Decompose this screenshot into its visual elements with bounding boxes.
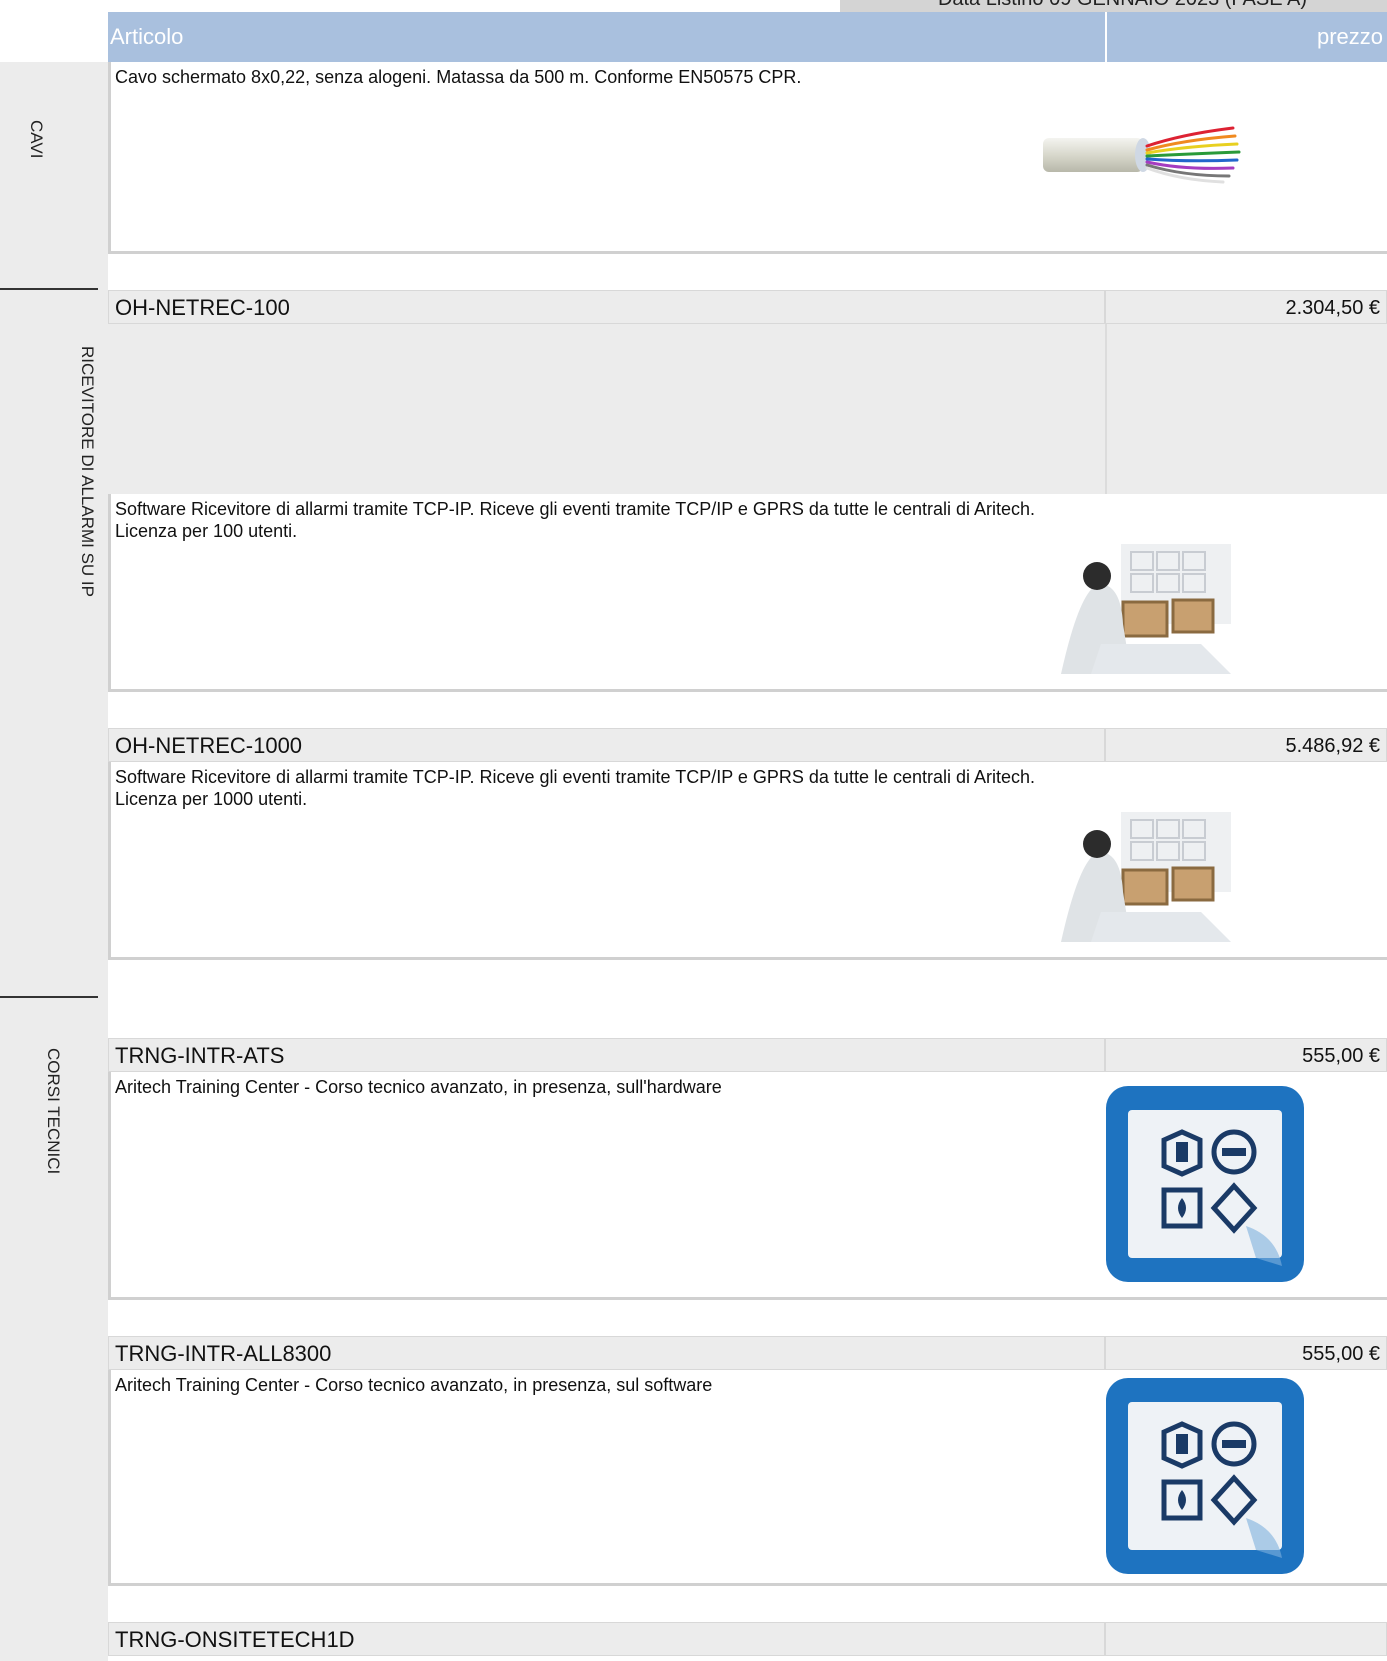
item-title-bar: TRNG-ONSITETECH1D (108, 1622, 1387, 1656)
item-title-bar: TRNG-INTR-ATS 555,00 € (108, 1038, 1387, 1072)
item-price (1105, 1622, 1387, 1656)
item-code: OH-NETREC-100 (108, 290, 1105, 324)
category-divider (0, 288, 98, 290)
item-description-box: Software Ricevitore di allarmi tramite T… (108, 762, 1387, 960)
table-header: Articolo prezzo (108, 12, 1387, 62)
item-price: 555,00 € (1105, 1038, 1387, 1072)
item-description: Aritech Training Center - Corso tecnico … (115, 1375, 713, 1395)
category-divider (0, 996, 98, 998)
item-description: Cavo schermato 8x0,22, senza alogeni. Ma… (115, 67, 802, 87)
item-description-box: Aritech Training Center - Corso tecnico … (108, 1370, 1387, 1586)
item-code: TRNG-INTR-ATS (108, 1038, 1105, 1072)
training-icon-image (1106, 1378, 1304, 1574)
item-price: 555,00 € (1105, 1336, 1387, 1370)
item-price: 5.486,92 € (1105, 728, 1387, 762)
item-description: Aritech Training Center - Corso tecnico … (115, 1077, 722, 1097)
item-description-box: Software Ricevitore di allarmi tramite T… (108, 494, 1387, 692)
column-header-price: prezzo (1316, 24, 1383, 49)
item-title-bar: OH-NETREC-100 2.304,50 € (108, 290, 1387, 324)
item-title-bar: OH-NETREC-1000 5.486,92 € (108, 728, 1387, 762)
training-icon-image (1106, 1086, 1304, 1282)
item-description-box: Aritech Training Center - Corso tecnico … (108, 1072, 1387, 1300)
price-list-date-tab: Data Listino 09 GENNAIO 2023 (FASE A) (840, 0, 1387, 12)
item-description: Software Ricevitore di allarmi tramite T… (115, 499, 1036, 541)
item-description-box: Cavo schermato 8x0,22, senza alogeni. Ma… (108, 62, 1387, 254)
price-column-area (1105, 324, 1387, 494)
item-price: 2.304,50 € (1105, 290, 1387, 324)
price-list-date: Data Listino 09 GENNAIO 2023 (FASE A) (938, 0, 1307, 10)
item-title-bar: TRNG-INTR-ALL8300 555,00 € (108, 1336, 1387, 1370)
item-description: Software Ricevitore di allarmi tramite T… (115, 767, 1036, 809)
category-label-ricevitore: RICEVITORE DI ALLARMI SU IP (78, 346, 97, 597)
item-code: TRNG-ONSITETECH1D (108, 1622, 1105, 1656)
column-header-article: Articolo (110, 24, 184, 49)
operator-image (1061, 812, 1231, 942)
item-code: OH-NETREC-1000 (108, 728, 1105, 762)
header-divider (1105, 12, 1107, 62)
item-code: TRNG-INTR-ALL8300 (108, 1336, 1105, 1370)
category-label-cavi: CAVI (27, 120, 46, 159)
category-label-corsi: CORSI TECNICI (44, 1048, 63, 1175)
item-blank-area (108, 324, 1387, 494)
operator-image (1061, 544, 1231, 674)
cable-image (1043, 126, 1241, 184)
category-column: CAVI RICEVITORE DI ALLARMI SU IP CORSI T… (0, 62, 108, 1661)
